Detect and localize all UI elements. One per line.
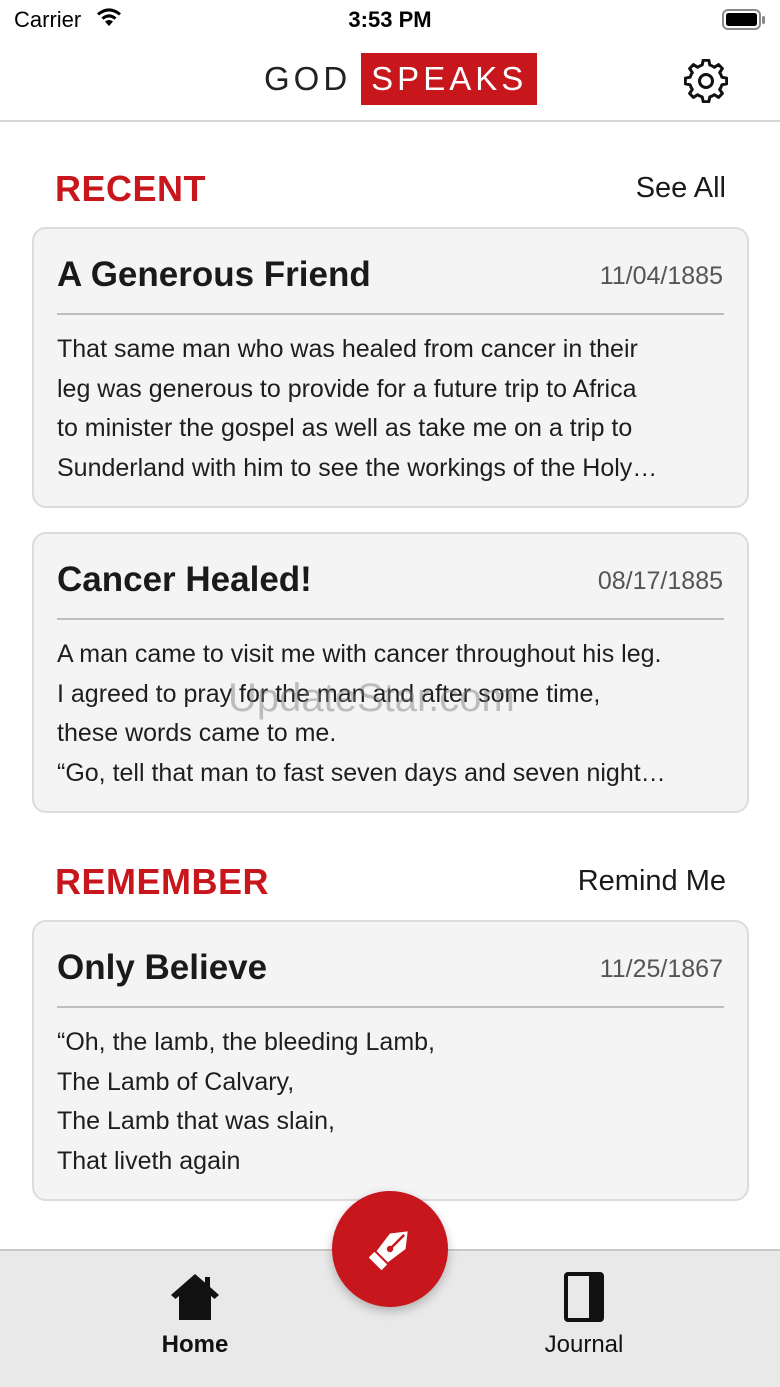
see-all-link[interactable]: See All [636,172,726,205]
excerpt-line: That liveth again [57,1146,241,1175]
tab-label: Journal [544,1331,624,1358]
entry-card[interactable]: A Generous Friend 11/04/1885 That same m… [32,227,749,508]
entry-title: Only Believe [57,948,268,987]
excerpt-line: The Lamb that was slain, [57,1107,335,1135]
remember-title: REMEMBER [55,861,270,902]
recent-section-header: RECENT See All [55,168,726,212]
recent-title: RECENT [55,168,207,209]
excerpt-line: “Go, tell that man to fast seven days an… [57,758,666,787]
gear-icon [683,58,729,104]
card-divider [57,618,724,620]
excerpt-line: to minister the gospel as well as take m… [57,414,633,442]
remind-me-link[interactable]: Remind Me [578,865,726,898]
remember-card[interactable]: Only Believe 11/25/1867 “Oh, the lamb, t… [32,920,749,1201]
excerpt-line: That same man who was healed from cancer… [57,335,638,363]
excerpt-line: Sunderland with him to see the workings … [57,453,658,482]
settings-button[interactable] [683,58,729,104]
logo-speaks-text: SPEAKS [361,53,538,105]
card-divider [57,1006,724,1008]
battery-icon [722,9,766,36]
logo-god-text: GOD [264,60,352,97]
new-entry-button[interactable] [332,1191,448,1307]
book-icon [564,1272,604,1322]
status-bar: Carrier 3:53 PM [0,0,780,44]
entry-title: A Generous Friend [57,255,371,294]
tab-journal[interactable]: Journal [514,1271,654,1359]
tab-label: Home [161,1331,229,1358]
fountain-pen-icon [368,1231,408,1271]
entry-date: 08/17/1885 [597,567,723,595]
excerpt-line: “Oh, the lamb, the bleeding Lamb, [57,1028,436,1056]
entry-card[interactable]: Cancer Healed! 08/17/1885 A man came to … [32,532,749,813]
entry-title: Cancer Healed! [57,560,312,599]
status-time: 3:53 PM [348,7,432,32]
excerpt-line: leg was generous to provide for a future… [57,374,637,403]
entry-excerpt: “Oh, the lamb, the bleeding Lamb, The La… [57,1023,725,1181]
entry-excerpt: A man came to visit me with cancer throu… [57,635,725,793]
excerpt-line: The Lamb of Calvary, [57,1067,295,1096]
tab-home[interactable]: Home [125,1271,265,1359]
excerpt-line: these words came to me. [57,719,337,747]
remember-section-header: REMEMBER Remind Me [55,861,726,905]
entry-excerpt: That same man who was healed from cancer… [57,330,725,488]
app-header: GOD SPEAKS [0,44,780,122]
home-icon [171,1274,219,1320]
excerpt-line: A man came to visit me with cancer throu… [57,640,662,668]
app-logo: GOD SPEAKS [264,53,538,105]
card-divider [57,313,724,315]
entry-date: 11/25/1867 [599,955,723,983]
entry-date: 11/04/1885 [599,262,723,290]
excerpt-line: I agreed to pray for the man and after s… [57,679,601,708]
